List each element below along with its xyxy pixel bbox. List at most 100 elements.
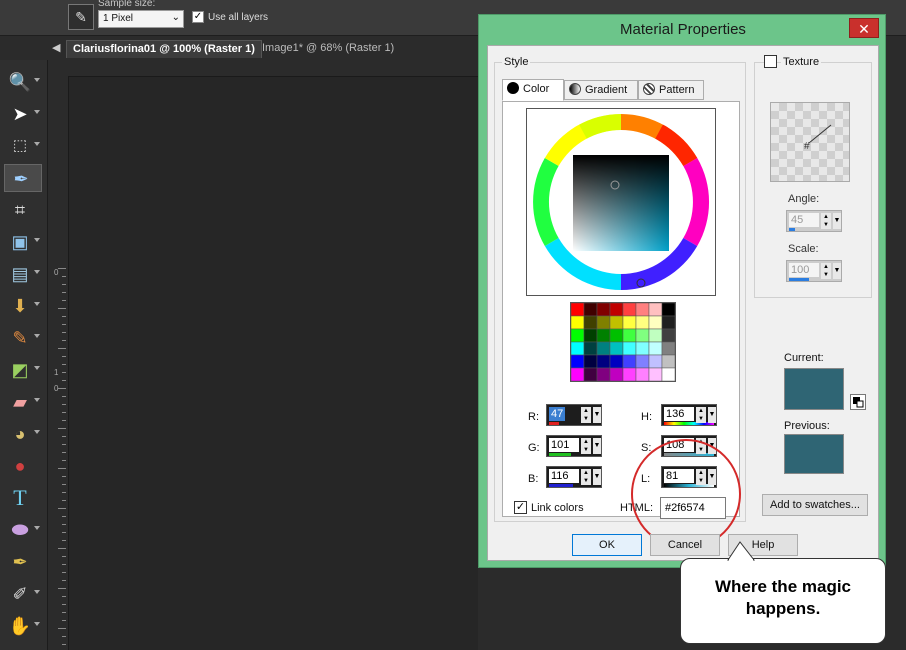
red-eye-tool[interactable]: ● [4,452,42,480]
texture-checkbox[interactable] [764,55,777,68]
swatch-cell[interactable] [570,328,585,343]
eraser-tool[interactable]: ▰ [4,388,42,416]
swatch-cell[interactable] [609,328,624,343]
b-value[interactable]: 116 [549,469,579,483]
g-value[interactable]: 101 [549,438,579,452]
swatch-cell[interactable] [609,341,624,356]
use-all-layers-checkbox[interactable]: ✓ [192,11,204,23]
straighten-tool[interactable]: ▤ [4,260,42,288]
swatch-palette[interactable] [570,302,676,382]
tab-clariusflorina01[interactable]: Clariusflorina01 @ 100% (Raster 1) [66,40,262,58]
b-spinner[interactable]: 116 ▲ ▼ ▼ [546,466,602,488]
swatch-cell[interactable] [596,315,611,330]
swatch-cell[interactable] [609,354,624,369]
swatch-grid[interactable] [570,302,676,382]
swatch-cell[interactable] [622,354,637,369]
swatch-cell[interactable] [648,341,663,356]
image-canvas[interactable] [68,76,478,650]
g-spinner[interactable]: 101 ▲ ▼ ▼ [546,435,602,457]
color-wheel[interactable] [527,109,715,295]
r-updown[interactable]: ▲ ▼ [581,407,591,423]
swatch-cell[interactable] [596,367,611,382]
swatch-cell[interactable] [648,315,663,330]
hand-tool[interactable]: ✋ [4,612,42,640]
smudge-tool[interactable]: ◕ [4,420,42,448]
g-updown[interactable]: ▲ ▼ [581,438,591,454]
swatch-cell[interactable] [596,341,611,356]
h-updown[interactable]: ▲ ▼ [696,407,706,423]
swatch-cell[interactable] [596,328,611,343]
warp-brush-tool[interactable]: ✐ [4,580,42,608]
link-colors-checkbox[interactable]: ✓ [514,501,527,514]
h-spinner[interactable]: 136 ▲ ▼ ▼ [661,404,717,426]
swatch-cell[interactable] [635,367,650,382]
swatch-cell[interactable] [583,367,598,382]
tab-color[interactable]: Color [502,79,564,101]
g-dropdown[interactable]: ▼ [593,438,601,454]
swatch-cell[interactable] [609,367,624,382]
tab-image1[interactable]: Image1* @ 68% (Raster 1) [256,40,400,58]
dropper-tool[interactable]: ✒ [4,164,42,192]
previous-color-swatch[interactable] [784,434,844,474]
swatch-cell[interactable] [648,328,663,343]
swatch-cell[interactable] [635,315,650,330]
crop-tool[interactable]: ⌗ [4,196,42,224]
swatch-cell[interactable] [648,302,663,317]
swatch-cell[interactable] [661,354,676,369]
sample-size-select[interactable]: 1 Pixel ⌄ [98,10,184,28]
clone-tool[interactable]: ◩ [4,356,42,384]
swatch-cell[interactable] [609,302,624,317]
swatch-cell[interactable] [635,302,650,317]
swatch-cell[interactable] [570,315,585,330]
swatch-cell[interactable] [661,367,676,382]
r-dropdown[interactable]: ▼ [593,407,601,423]
add-to-swatches-button[interactable]: Add to swatches... [762,494,868,516]
selection-tool[interactable]: ⬚ [4,132,42,160]
swatch-cell[interactable] [661,315,676,330]
swatch-cell[interactable] [596,354,611,369]
swatch-cell[interactable] [583,354,598,369]
swatch-cell[interactable] [648,354,663,369]
swatch-cell[interactable] [635,341,650,356]
shape-tool[interactable]: ⬬ [4,516,42,544]
tab-scroll-left-icon[interactable]: ◀ [52,41,60,54]
swatch-cell[interactable] [661,302,676,317]
swatch-cell[interactable] [661,341,676,356]
swatch-cell[interactable] [622,315,637,330]
swatch-cell[interactable] [622,341,637,356]
pen-tool[interactable]: ✒ [4,548,42,576]
swatch-cell[interactable] [570,302,585,317]
h-dropdown[interactable]: ▼ [708,407,716,423]
swatch-cell[interactable] [661,328,676,343]
b-updown[interactable]: ▲ ▼ [581,469,591,485]
h-value[interactable]: 136 [664,407,694,421]
pick-tool[interactable]: ➤ [4,100,42,128]
b-dropdown[interactable]: ▼ [593,469,601,485]
texture-preview[interactable]: # [770,102,850,182]
swatch-cell[interactable] [570,354,585,369]
ok-button[interactable]: OK [572,534,642,556]
swap-colors-button[interactable] [850,394,866,410]
fill-tool[interactable]: ⬇ [4,292,42,320]
swatch-cell[interactable] [583,341,598,356]
zoom-tool[interactable]: 🔍 [4,68,42,96]
swatch-cell[interactable] [583,302,598,317]
swatch-cell[interactable] [596,302,611,317]
swatch-cell[interactable] [648,367,663,382]
swatch-cell[interactable] [622,302,637,317]
close-button[interactable]: ✕ [849,18,879,38]
makeover-tool[interactable]: ▣ [4,228,42,256]
swatch-cell[interactable] [609,315,624,330]
swatch-cell[interactable] [570,367,585,382]
swatch-cell[interactable] [635,328,650,343]
r-spinner[interactable]: 47 ▲ ▼ ▼ [546,404,602,426]
r-value[interactable]: 47 [549,407,565,421]
swatch-cell[interactable] [622,328,637,343]
swatch-cell[interactable] [622,367,637,382]
swatch-cell[interactable] [583,315,598,330]
tab-pattern[interactable]: Pattern [638,80,704,100]
color-wheel-box[interactable] [526,108,716,296]
swatch-cell[interactable] [570,341,585,356]
cancel-button[interactable]: Cancel [650,534,720,556]
swatch-cell[interactable] [583,328,598,343]
